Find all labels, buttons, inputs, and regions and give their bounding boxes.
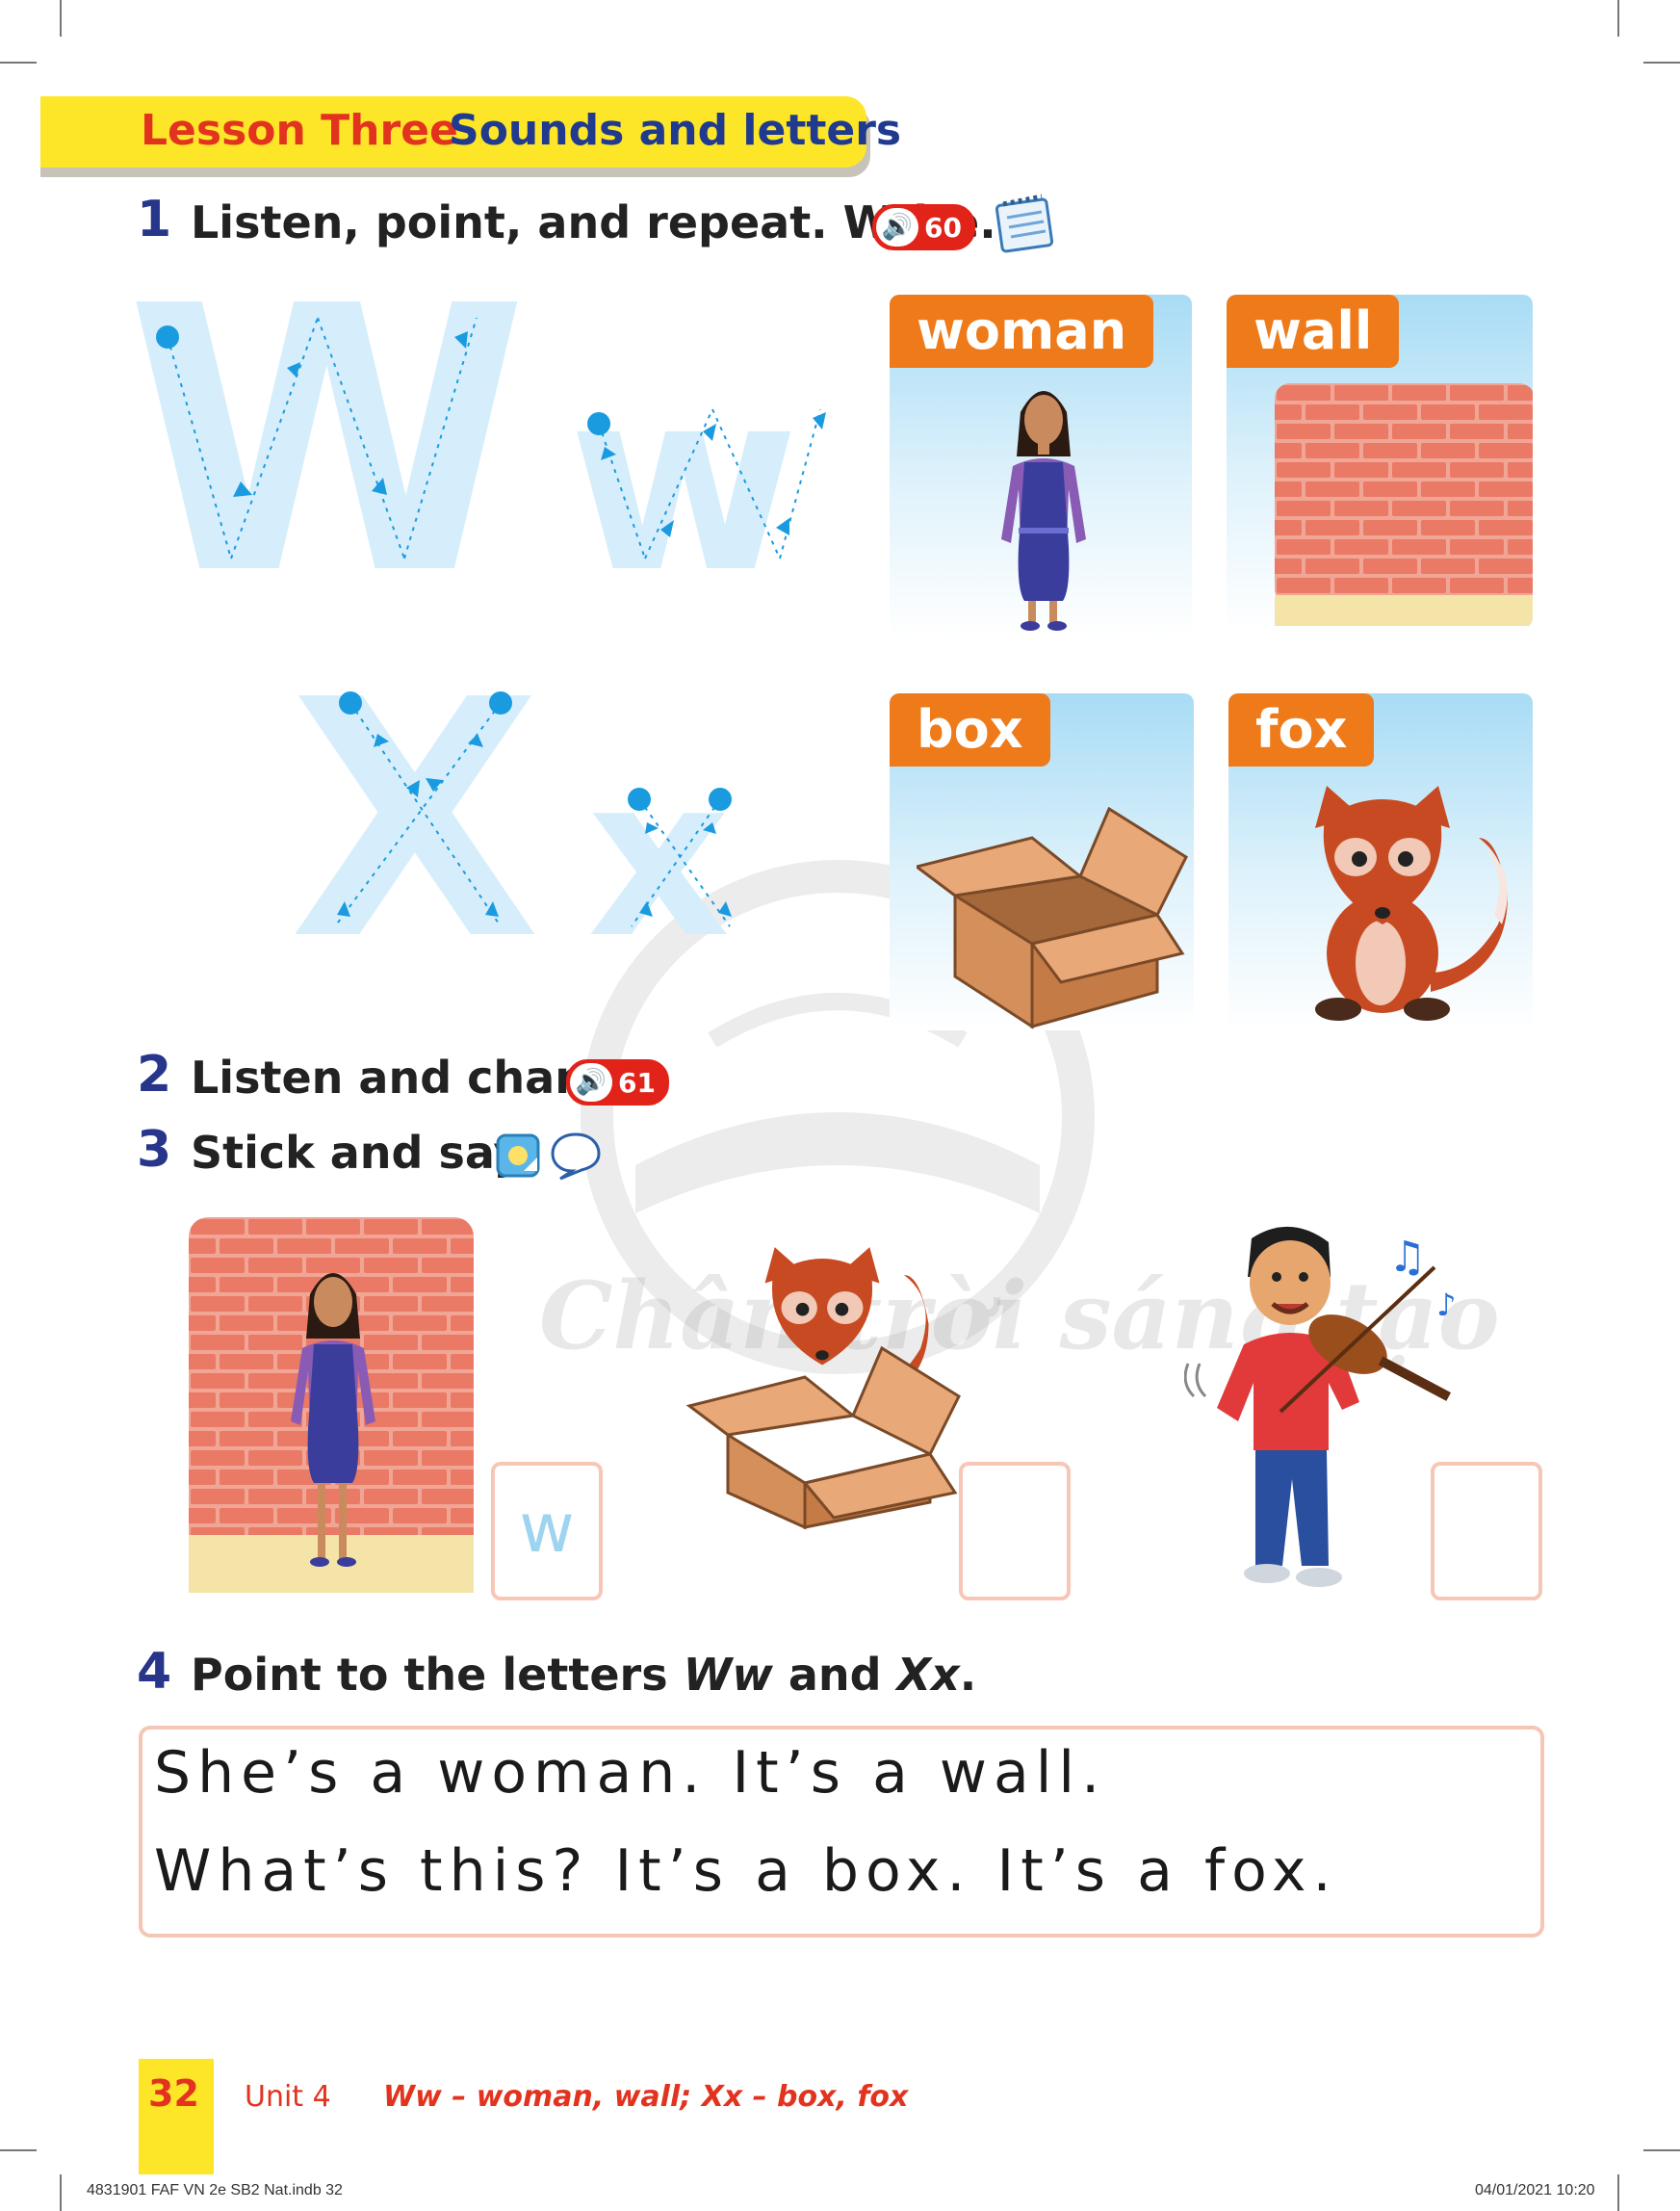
scene-boy-violin: ♫ ♪ xyxy=(1184,1226,1456,1587)
sentence-1: She’s a woman. It’s a wall. xyxy=(154,1739,1107,1807)
activity-2-instruction: Listen and chant. xyxy=(191,1052,625,1104)
crop-mark xyxy=(0,62,37,64)
card-label-woman: woman xyxy=(890,295,1154,368)
instruction-xx: Xx xyxy=(896,1649,960,1701)
crop-mark xyxy=(1617,2174,1619,2211)
answer-box-3[interactable] xyxy=(1431,1462,1542,1600)
speech-bubble-icon xyxy=(551,1132,601,1181)
page-number: 32 xyxy=(148,2072,199,2115)
card-fox: fox xyxy=(1228,693,1533,1030)
music-note-icon: ♫ xyxy=(1388,1233,1426,1282)
activity-4-number: 4 xyxy=(137,1643,172,1701)
fox-illustration xyxy=(1315,786,1508,1021)
print-slug-left: 4831901 FAF VN 2e SB2 Nat.indb 32 xyxy=(87,2182,343,2198)
instruction-suffix: . xyxy=(959,1649,977,1701)
instruction-ww: Ww xyxy=(683,1649,773,1701)
tracing-xx: X x xyxy=(289,674,732,944)
tracing-ww: W w xyxy=(125,289,826,578)
card-box: box xyxy=(890,693,1194,1030)
card-label-wall: wall xyxy=(1227,295,1400,368)
print-slug-right: 04/01/2021 10:20 xyxy=(1475,2182,1595,2198)
crop-mark xyxy=(0,2149,37,2151)
activity-4-instruction: Point to the letters Ww and Xx. xyxy=(191,1649,976,1701)
activity-1-number: 1 xyxy=(137,191,172,248)
woman-illustration xyxy=(1001,391,1086,631)
instruction-prefix: Point to the letters xyxy=(191,1649,684,1701)
answer-box-1-letter: w xyxy=(519,1489,575,1568)
crop-mark xyxy=(60,0,62,37)
card-wall: wall xyxy=(1227,295,1533,628)
crop-mark xyxy=(1617,0,1619,37)
footer-topic: Ww – woman, wall; Xx – box, fox xyxy=(383,2080,909,2114)
sentence-2: What’s this? It’s a box. It’s a fox. xyxy=(154,1837,1338,1905)
crop-mark xyxy=(1643,2149,1680,2151)
audio-button-60[interactable]: 🔊 60 xyxy=(872,204,975,250)
lesson-title: Sounds and letters xyxy=(449,106,902,155)
scene-woman-wall xyxy=(189,1217,474,1593)
activity-3-number: 3 xyxy=(137,1121,172,1179)
instruction-and: and xyxy=(772,1649,897,1701)
scene-fox-in-box xyxy=(685,1247,961,1530)
answer-box-2[interactable] xyxy=(959,1462,1071,1600)
sticker-icon xyxy=(496,1133,540,1178)
tracing-letter-x: x xyxy=(587,730,730,944)
lesson-label: Lesson Three xyxy=(141,106,458,155)
activity-2-number: 2 xyxy=(137,1046,172,1104)
audio-track-number: 60 xyxy=(924,211,962,244)
card-label-fox: fox xyxy=(1228,693,1375,767)
tracing-letter-W: W xyxy=(125,289,529,578)
box-illustration xyxy=(917,806,1188,1029)
activity-3-instruction: Stick and say. xyxy=(191,1127,535,1179)
music-note-icon: ♪ xyxy=(1436,1287,1456,1323)
brick-wall-illustration xyxy=(1275,383,1533,626)
crop-mark xyxy=(1643,62,1680,64)
footer-unit: Unit 4 xyxy=(245,2080,331,2114)
audio-button-61[interactable]: 🔊 61 xyxy=(566,1059,669,1106)
answer-box-1[interactable]: w xyxy=(491,1462,603,1600)
card-label-box: box xyxy=(890,693,1050,767)
crop-mark xyxy=(60,2174,62,2211)
speaker-icon: 🔊 xyxy=(876,208,918,247)
speaker-icon: 🔊 xyxy=(570,1063,612,1102)
audio-track-number: 61 xyxy=(618,1066,656,1099)
notepad-icon xyxy=(995,194,1054,253)
card-woman: woman xyxy=(890,295,1192,637)
tracing-letter-X: X xyxy=(289,674,541,944)
